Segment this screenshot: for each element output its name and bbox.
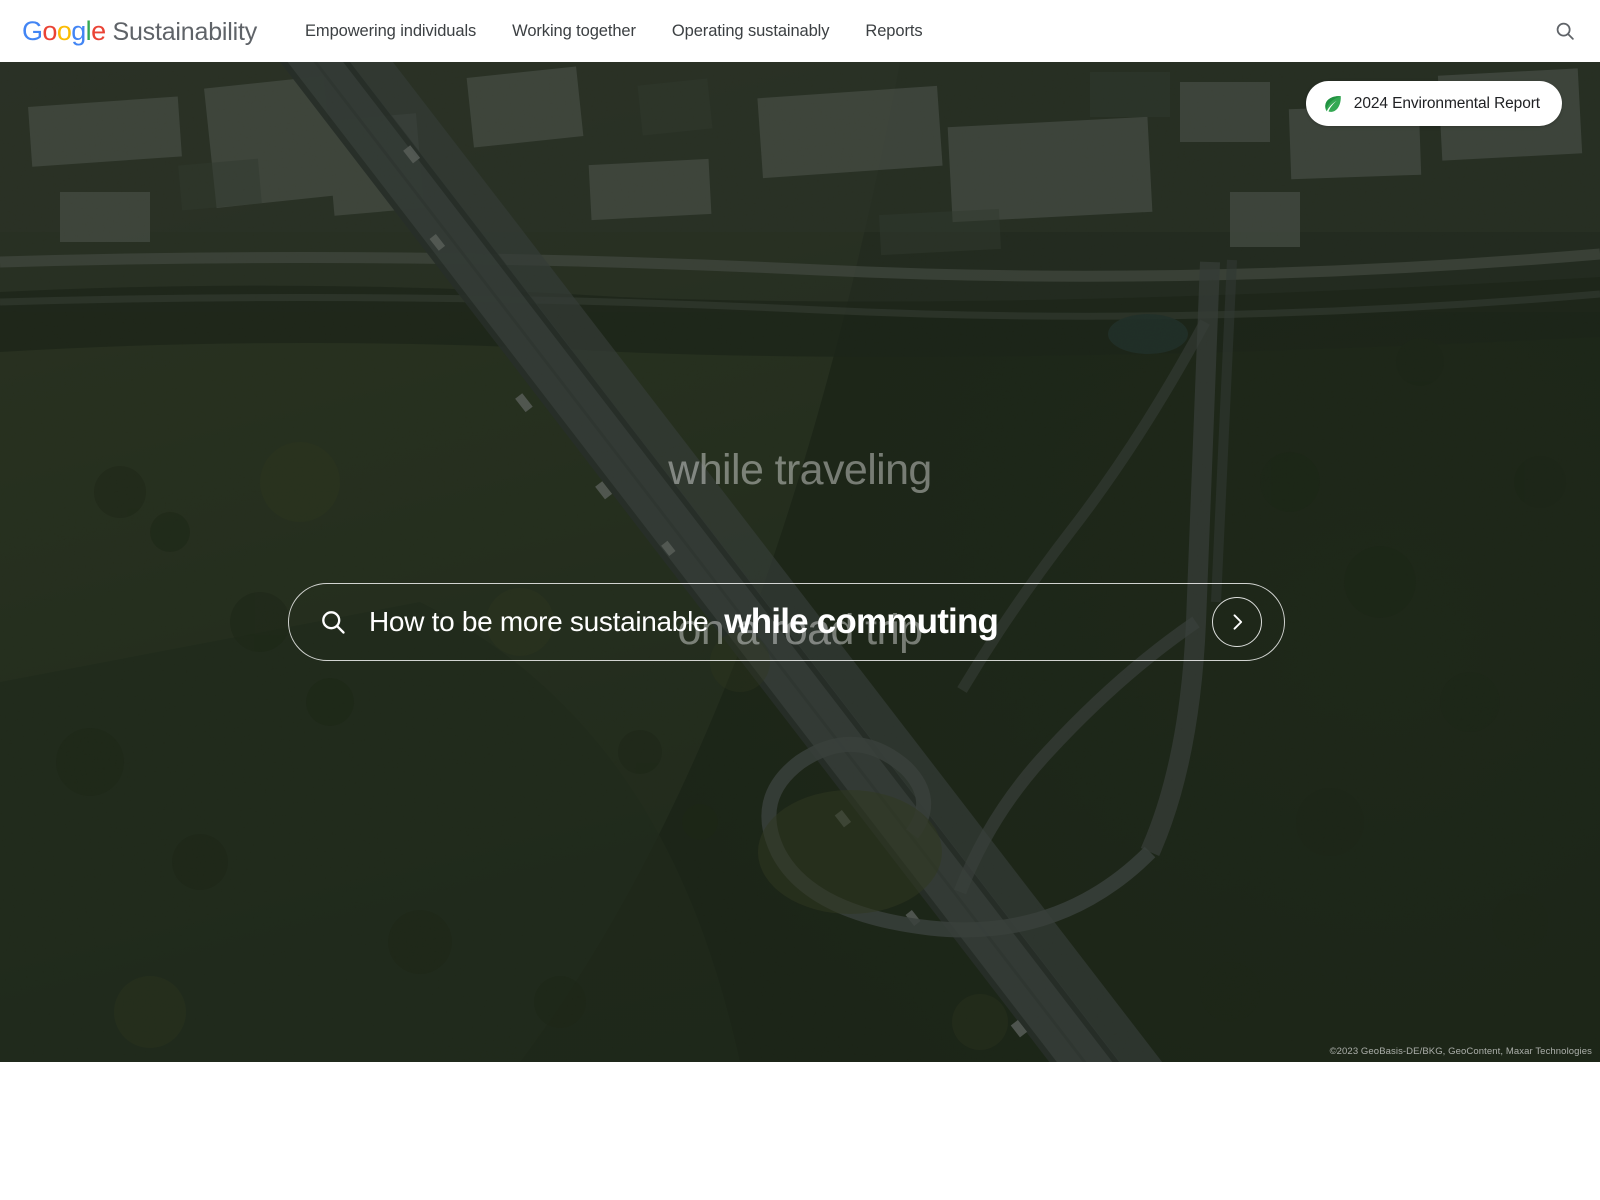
- header-search-button[interactable]: [1552, 18, 1578, 44]
- nav-item-operating-sustainably[interactable]: Operating sustainably: [672, 22, 830, 41]
- search-submit-button[interactable]: [1212, 597, 1262, 647]
- logo-letter-g2: g: [71, 15, 86, 46]
- logo-letter-g1: G: [22, 15, 43, 46]
- google-wordmark: Google: [22, 16, 106, 47]
- hero-section: 2024 Environmental Report while travelin…: [0, 62, 1600, 1062]
- hero-search-bar[interactable]: How to be more sustainable while commuti…: [288, 583, 1285, 661]
- search-active-phrase: while commuting: [724, 602, 999, 641]
- search-icon: [1556, 22, 1574, 40]
- logo-letter-e: e: [91, 15, 106, 46]
- site-header: Google Sustainability Empowering individ…: [0, 0, 1600, 62]
- aerial-map-background: [0, 62, 1600, 1062]
- product-name: Sustainability: [112, 17, 258, 46]
- brand-logo[interactable]: Google Sustainability: [22, 16, 257, 47]
- nav-item-working-together[interactable]: Working together: [512, 22, 636, 41]
- environmental-report-button[interactable]: 2024 Environmental Report: [1305, 81, 1562, 126]
- nav-item-reports[interactable]: Reports: [865, 22, 922, 41]
- below-fold-area: [0, 1062, 1600, 1200]
- chevron-right-icon: [1233, 614, 1243, 630]
- map-attribution: ©2023 GeoBasis-DE/BKG, GeoContent, Maxar…: [1329, 1046, 1592, 1057]
- search-prompt-text: How to be more sustainable: [369, 606, 709, 637]
- environmental-report-label: 2024 Environmental Report: [1353, 94, 1540, 112]
- leaf-icon: [1325, 95, 1341, 112]
- logo-letter-o2: o: [56, 15, 72, 46]
- main-navigation: Empowering individuals Working together …: [305, 22, 923, 41]
- logo-letter-o1: o: [42, 15, 57, 46]
- nav-item-empowering-individuals[interactable]: Empowering individuals: [305, 22, 476, 41]
- search-icon: [319, 608, 347, 636]
